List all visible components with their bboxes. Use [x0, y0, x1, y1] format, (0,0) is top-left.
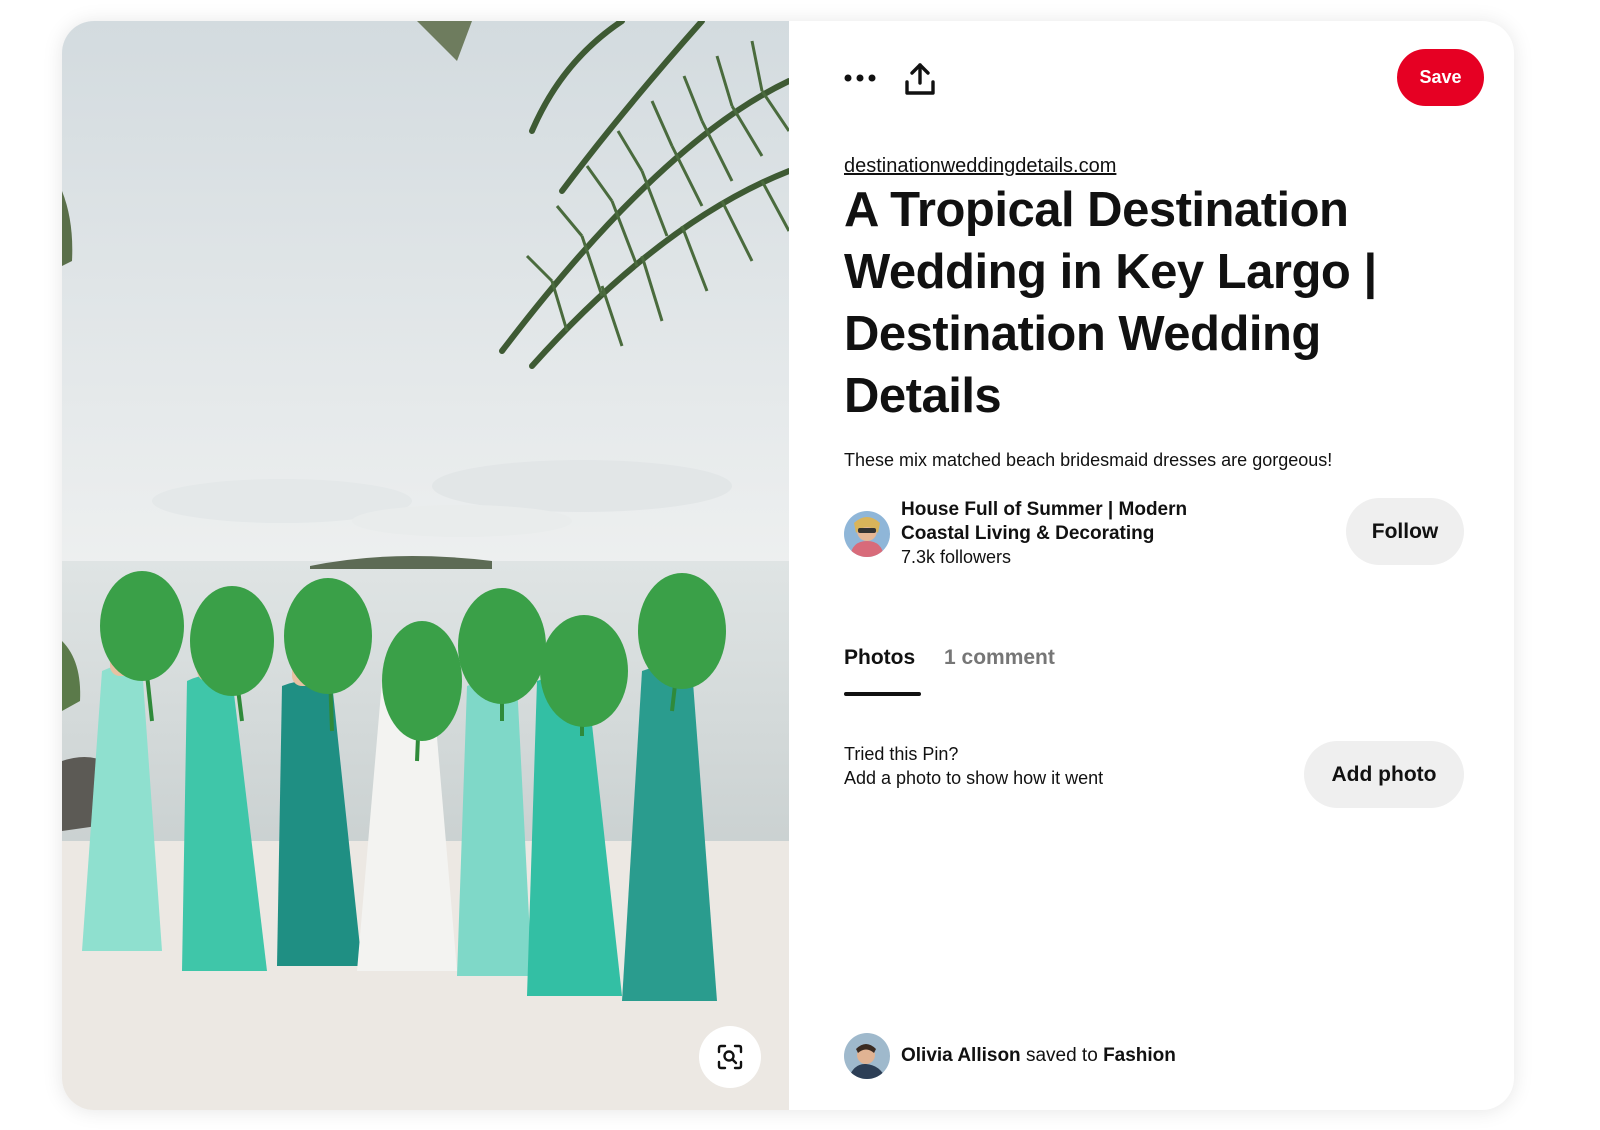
source-link[interactable]: destinationweddingdetails.com	[844, 155, 1116, 178]
follow-button[interactable]: Follow	[1346, 498, 1464, 565]
creator-avatar-image	[844, 511, 890, 557]
saved-connector: saved to	[1025, 1045, 1098, 1066]
share-upload-icon	[905, 63, 935, 95]
creator-avatar[interactable]	[844, 511, 890, 557]
active-tab-indicator	[844, 692, 921, 696]
tried-this-pin-section: Tried this Pin? Add a photo to show how …	[844, 741, 1464, 821]
board-name[interactable]: Fashion	[1103, 1045, 1176, 1066]
share-button[interactable]	[904, 62, 936, 96]
creator-followers: 7.3k followers	[901, 547, 1012, 567]
tab-comments[interactable]: 1 comment	[944, 646, 1055, 670]
pin-closeup-card: Save destinationweddingdetails.com A Tro…	[62, 21, 1514, 1110]
creator-section: House Full of Summer | Modern Coastal Li…	[844, 496, 1464, 576]
pin-details-panel: Save destinationweddingdetails.com A Tro…	[789, 21, 1514, 1110]
more-options-button[interactable]	[844, 65, 876, 91]
pin-title: A Tropical Destination Wedding in Key La…	[844, 183, 1377, 423]
pin-image-illustration	[62, 21, 789, 1110]
tab-photos[interactable]: Photos	[844, 646, 915, 670]
creator-name[interactable]: House Full of Summer | Modern Coastal Li…	[901, 498, 1241, 546]
saver-avatar[interactable]	[844, 1033, 890, 1079]
pin-image[interactable]	[62, 21, 789, 1110]
more-horizontal-icon	[844, 74, 876, 82]
saved-by-section: Olivia Allison saved to Fashion	[844, 1033, 1444, 1079]
saver-avatar-image	[844, 1033, 890, 1079]
visual-search-button[interactable]	[699, 1026, 761, 1088]
tried-prompt: Tried this Pin?	[844, 744, 959, 764]
saver-name[interactable]: Olivia Allison	[901, 1045, 1021, 1066]
pin-description: These mix matched beach bridesmaid dress…	[844, 450, 1333, 470]
tried-subtext: Add a photo to show how it went	[844, 768, 1104, 788]
save-button[interactable]: Save	[1397, 49, 1484, 106]
add-photo-button[interactable]: Add photo	[1304, 741, 1464, 808]
pin-toolbar: Save	[844, 49, 1484, 107]
visual-search-icon	[717, 1044, 743, 1070]
saved-by-text: Olivia Allison saved to Fashion	[901, 1045, 1176, 1067]
